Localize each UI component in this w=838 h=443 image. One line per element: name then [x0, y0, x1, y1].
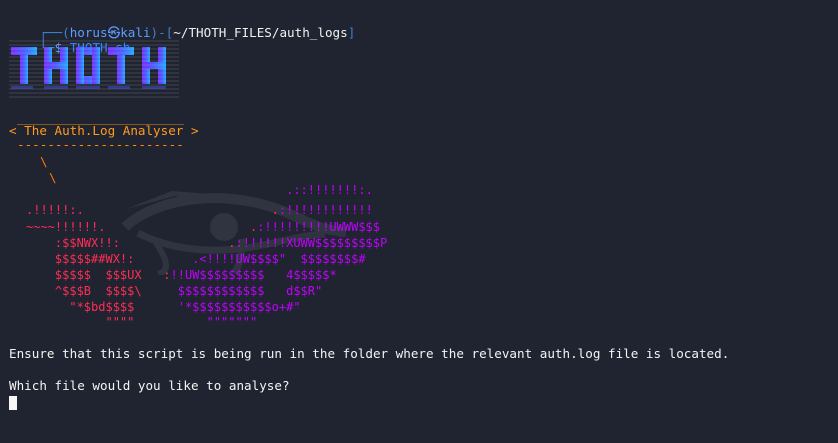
instruction-message: Ensure that this script is being run in … [9, 346, 730, 361]
ascii-art-line-5: $$$$$##WX!: .<!!!!UW$$$$" $$$$$$$$# [26, 252, 366, 266]
speech-title: < The Auth.Log Analyser > [9, 123, 199, 138]
terminal-cursor[interactable] [9, 396, 17, 410]
file-question: Which file would you like to analyse? [9, 378, 290, 393]
ascii-art-line-3: ~~~~!!!!!!. .:!!!!!!!!!UWWW$$$ [26, 220, 381, 234]
ascii-art-line-6: $$$$$ $$$UX :!!UW$$$$$$$$$ 4$$$$$* [26, 268, 337, 282]
speech-bottom-border: ---------------------- [17, 137, 184, 152]
ascii-art-line-4: :$$NWX!!: .:!!!!!!XUWW$$$$$$$$$P [26, 236, 388, 250]
ascii-art-line-8: "*$bd$$$$ '*$$$$$$$$$$$o+#" [26, 300, 301, 314]
ascii-art-line-2: .!!!!!:. .:!!!!!!!!!!!! [26, 203, 373, 217]
prompt-mid: )-[ [150, 25, 174, 40]
speech-tail-1: \ [40, 154, 48, 169]
ascii-art-line-7: ^$$$B $$$$\ $$$$$$$$$$$$ d$$R" [26, 284, 323, 298]
terminal-window: ┌──(horus㉿kali)-[~/THOTH_FILES/auth_logs… [0, 0, 838, 443]
thoth-logo [9, 40, 179, 98]
prompt-path: ~/THOTH_FILES/auth_logs [173, 25, 348, 40]
ascii-art: .::!!!!!!!:. .!!!!!:. .:!!!!!!!!!!!! ~~~… [26, 183, 406, 333]
ascii-art-line-1: .::!!!!!!!:. [286, 183, 373, 197]
prompt-suffix: ] [347, 25, 356, 40]
ascii-art-line-9: """" """"""" [26, 315, 258, 329]
